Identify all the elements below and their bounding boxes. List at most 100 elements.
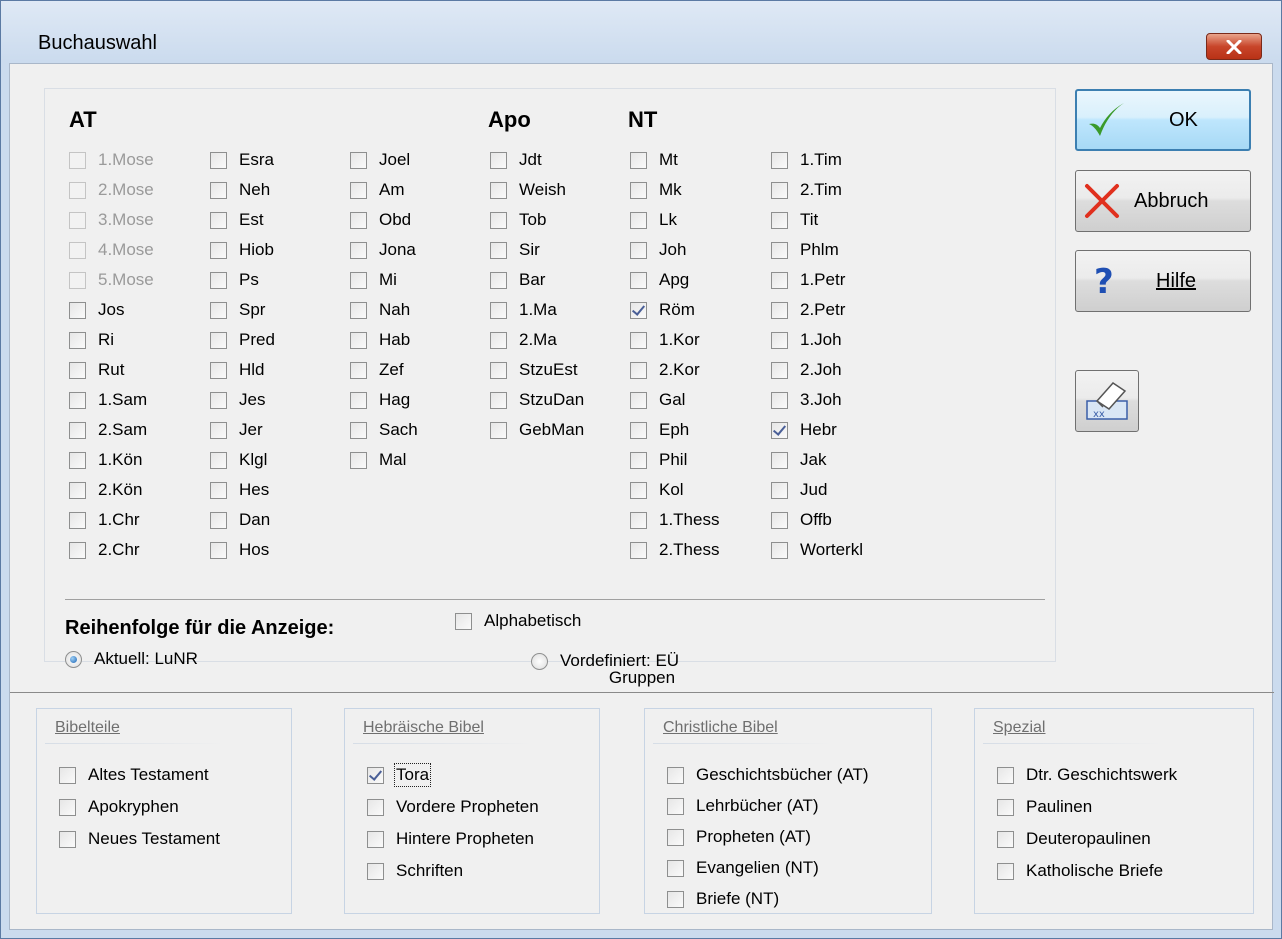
checkbox-box[interactable] (771, 241, 788, 259)
checkbox-box[interactable] (630, 511, 647, 529)
alphabetical-checkbox[interactable]: Alphabetisch (455, 611, 581, 631)
book-checkbox-2-kor[interactable]: 2.Kor (630, 357, 700, 383)
checkbox-box[interactable] (490, 181, 507, 199)
group-checkbox-tora[interactable]: Tora (367, 761, 432, 789)
book-checkbox-mt[interactable]: Mt (630, 147, 678, 173)
radio-button[interactable] (531, 652, 548, 670)
book-checkbox-2-thess[interactable]: 2.Thess (630, 537, 719, 563)
book-checkbox-worterkl[interactable]: Worterkl (771, 537, 863, 563)
book-checkbox-mal[interactable]: Mal (350, 447, 406, 473)
book-checkbox-joh[interactable]: Joh (630, 237, 686, 263)
book-checkbox-gal[interactable]: Gal (630, 387, 685, 413)
book-checkbox-2-chr[interactable]: 2.Chr (69, 537, 140, 563)
book-checkbox-phil[interactable]: Phil (630, 447, 687, 473)
checkbox-box[interactable] (630, 241, 647, 259)
checkbox-box[interactable] (771, 511, 788, 529)
radio-button[interactable] (65, 650, 82, 668)
group-checkbox-neues-testament[interactable]: Neues Testament (59, 825, 220, 853)
checkbox-box[interactable] (350, 301, 367, 319)
book-checkbox-1-sam[interactable]: 1.Sam (69, 387, 147, 413)
checkbox-box[interactable] (630, 211, 647, 229)
book-checkbox-hab[interactable]: Hab (350, 327, 410, 353)
book-checkbox-phlm[interactable]: Phlm (771, 237, 839, 263)
checkbox-box[interactable] (350, 361, 367, 379)
order-current-radio[interactable]: Aktuell: LuNR (65, 649, 198, 669)
book-checkbox-jud[interactable]: Jud (771, 477, 827, 503)
book-checkbox-3-joh[interactable]: 3.Joh (771, 387, 842, 413)
book-checkbox-1-chr[interactable]: 1.Chr (69, 507, 140, 533)
group-checkbox-propheten-at-[interactable]: Propheten (AT) (667, 823, 811, 851)
checkbox-box[interactable] (69, 391, 86, 409)
book-checkbox-sir[interactable]: Sir (490, 237, 540, 263)
book-checkbox-zef[interactable]: Zef (350, 357, 404, 383)
book-checkbox-hld[interactable]: Hld (210, 357, 265, 383)
checkbox-box[interactable] (69, 331, 86, 349)
checkbox-box[interactable] (630, 151, 647, 169)
checkbox-box[interactable] (630, 421, 647, 439)
checkbox-box[interactable] (210, 241, 227, 259)
book-checkbox-mk[interactable]: Mk (630, 177, 682, 203)
checkbox-box[interactable] (210, 211, 227, 229)
book-checkbox-röm[interactable]: Röm (630, 297, 695, 323)
checkbox-box[interactable] (771, 271, 788, 289)
book-checkbox-2-sam[interactable]: 2.Sam (69, 417, 147, 443)
checkbox-box[interactable] (350, 151, 367, 169)
book-checkbox-2-tim[interactable]: 2.Tim (771, 177, 842, 203)
checkbox-box[interactable] (69, 421, 86, 439)
checkbox-box[interactable] (59, 830, 76, 848)
book-checkbox-hebr[interactable]: Hebr (771, 417, 837, 443)
book-checkbox-jer[interactable]: Jer (210, 417, 263, 443)
book-checkbox-neh[interactable]: Neh (210, 177, 270, 203)
checkbox-box[interactable] (69, 511, 86, 529)
checkbox-box[interactable] (367, 830, 384, 848)
checkbox-box[interactable] (455, 612, 472, 630)
book-checkbox-spr[interactable]: Spr (210, 297, 265, 323)
book-checkbox-dan[interactable]: Dan (210, 507, 270, 533)
checkbox-box[interactable] (771, 481, 788, 499)
checkbox-box[interactable] (69, 451, 86, 469)
group-checkbox-paulinen[interactable]: Paulinen (997, 793, 1092, 821)
book-checkbox-apg[interactable]: Apg (630, 267, 689, 293)
book-checkbox-esra[interactable]: Esra (210, 147, 274, 173)
book-checkbox-1-kor[interactable]: 1.Kor (630, 327, 700, 353)
checkbox-box[interactable] (350, 211, 367, 229)
checkbox-box[interactable] (630, 391, 647, 409)
book-checkbox-jes[interactable]: Jes (210, 387, 265, 413)
group-checkbox-katholische-briefe[interactable]: Katholische Briefe (997, 857, 1163, 885)
checkbox-box[interactable] (210, 421, 227, 439)
checkbox-box[interactable] (490, 151, 507, 169)
book-checkbox-1-tim[interactable]: 1.Tim (771, 147, 842, 173)
checkbox-box[interactable] (771, 361, 788, 379)
book-checkbox-pred[interactable]: Pred (210, 327, 275, 353)
book-checkbox-ri[interactable]: Ri (69, 327, 114, 353)
book-checkbox-1-petr[interactable]: 1.Petr (771, 267, 845, 293)
checkbox-box[interactable] (210, 451, 227, 469)
book-checkbox-am[interactable]: Am (350, 177, 405, 203)
book-checkbox-nah[interactable]: Nah (350, 297, 410, 323)
checkbox-box[interactable] (630, 301, 647, 319)
title-bar[interactable]: Buchauswahl (1, 1, 1281, 63)
book-checkbox-2-kön[interactable]: 2.Kön (69, 477, 142, 503)
book-checkbox-tit[interactable]: Tit (771, 207, 818, 233)
book-checkbox-est[interactable]: Est (210, 207, 264, 233)
group-checkbox-lehrbücher-at-[interactable]: Lehrbücher (AT) (667, 792, 819, 820)
book-checkbox-1-kön[interactable]: 1.Kön (69, 447, 142, 473)
checkbox-box[interactable] (771, 391, 788, 409)
book-checkbox-jdt[interactable]: Jdt (490, 147, 542, 173)
checkbox-box[interactable] (771, 331, 788, 349)
checkbox-box[interactable] (771, 301, 788, 319)
checkbox-box[interactable] (771, 451, 788, 469)
cancel-button[interactable]: Abbruch (1075, 170, 1251, 232)
checkbox-box[interactable] (210, 301, 227, 319)
checkbox-box[interactable] (490, 271, 507, 289)
checkbox-box[interactable] (667, 797, 684, 815)
close-button[interactable] (1206, 33, 1262, 60)
checkbox-box[interactable] (490, 241, 507, 259)
checkbox-box[interactable] (630, 181, 647, 199)
group-checkbox-dtr-geschichtswerk[interactable]: Dtr. Geschichtswerk (997, 761, 1177, 789)
checkbox-box[interactable] (69, 361, 86, 379)
checkbox-box[interactable] (667, 890, 684, 908)
checkbox-box[interactable] (350, 451, 367, 469)
checkbox-box[interactable] (771, 421, 788, 439)
checkbox-box[interactable] (210, 331, 227, 349)
